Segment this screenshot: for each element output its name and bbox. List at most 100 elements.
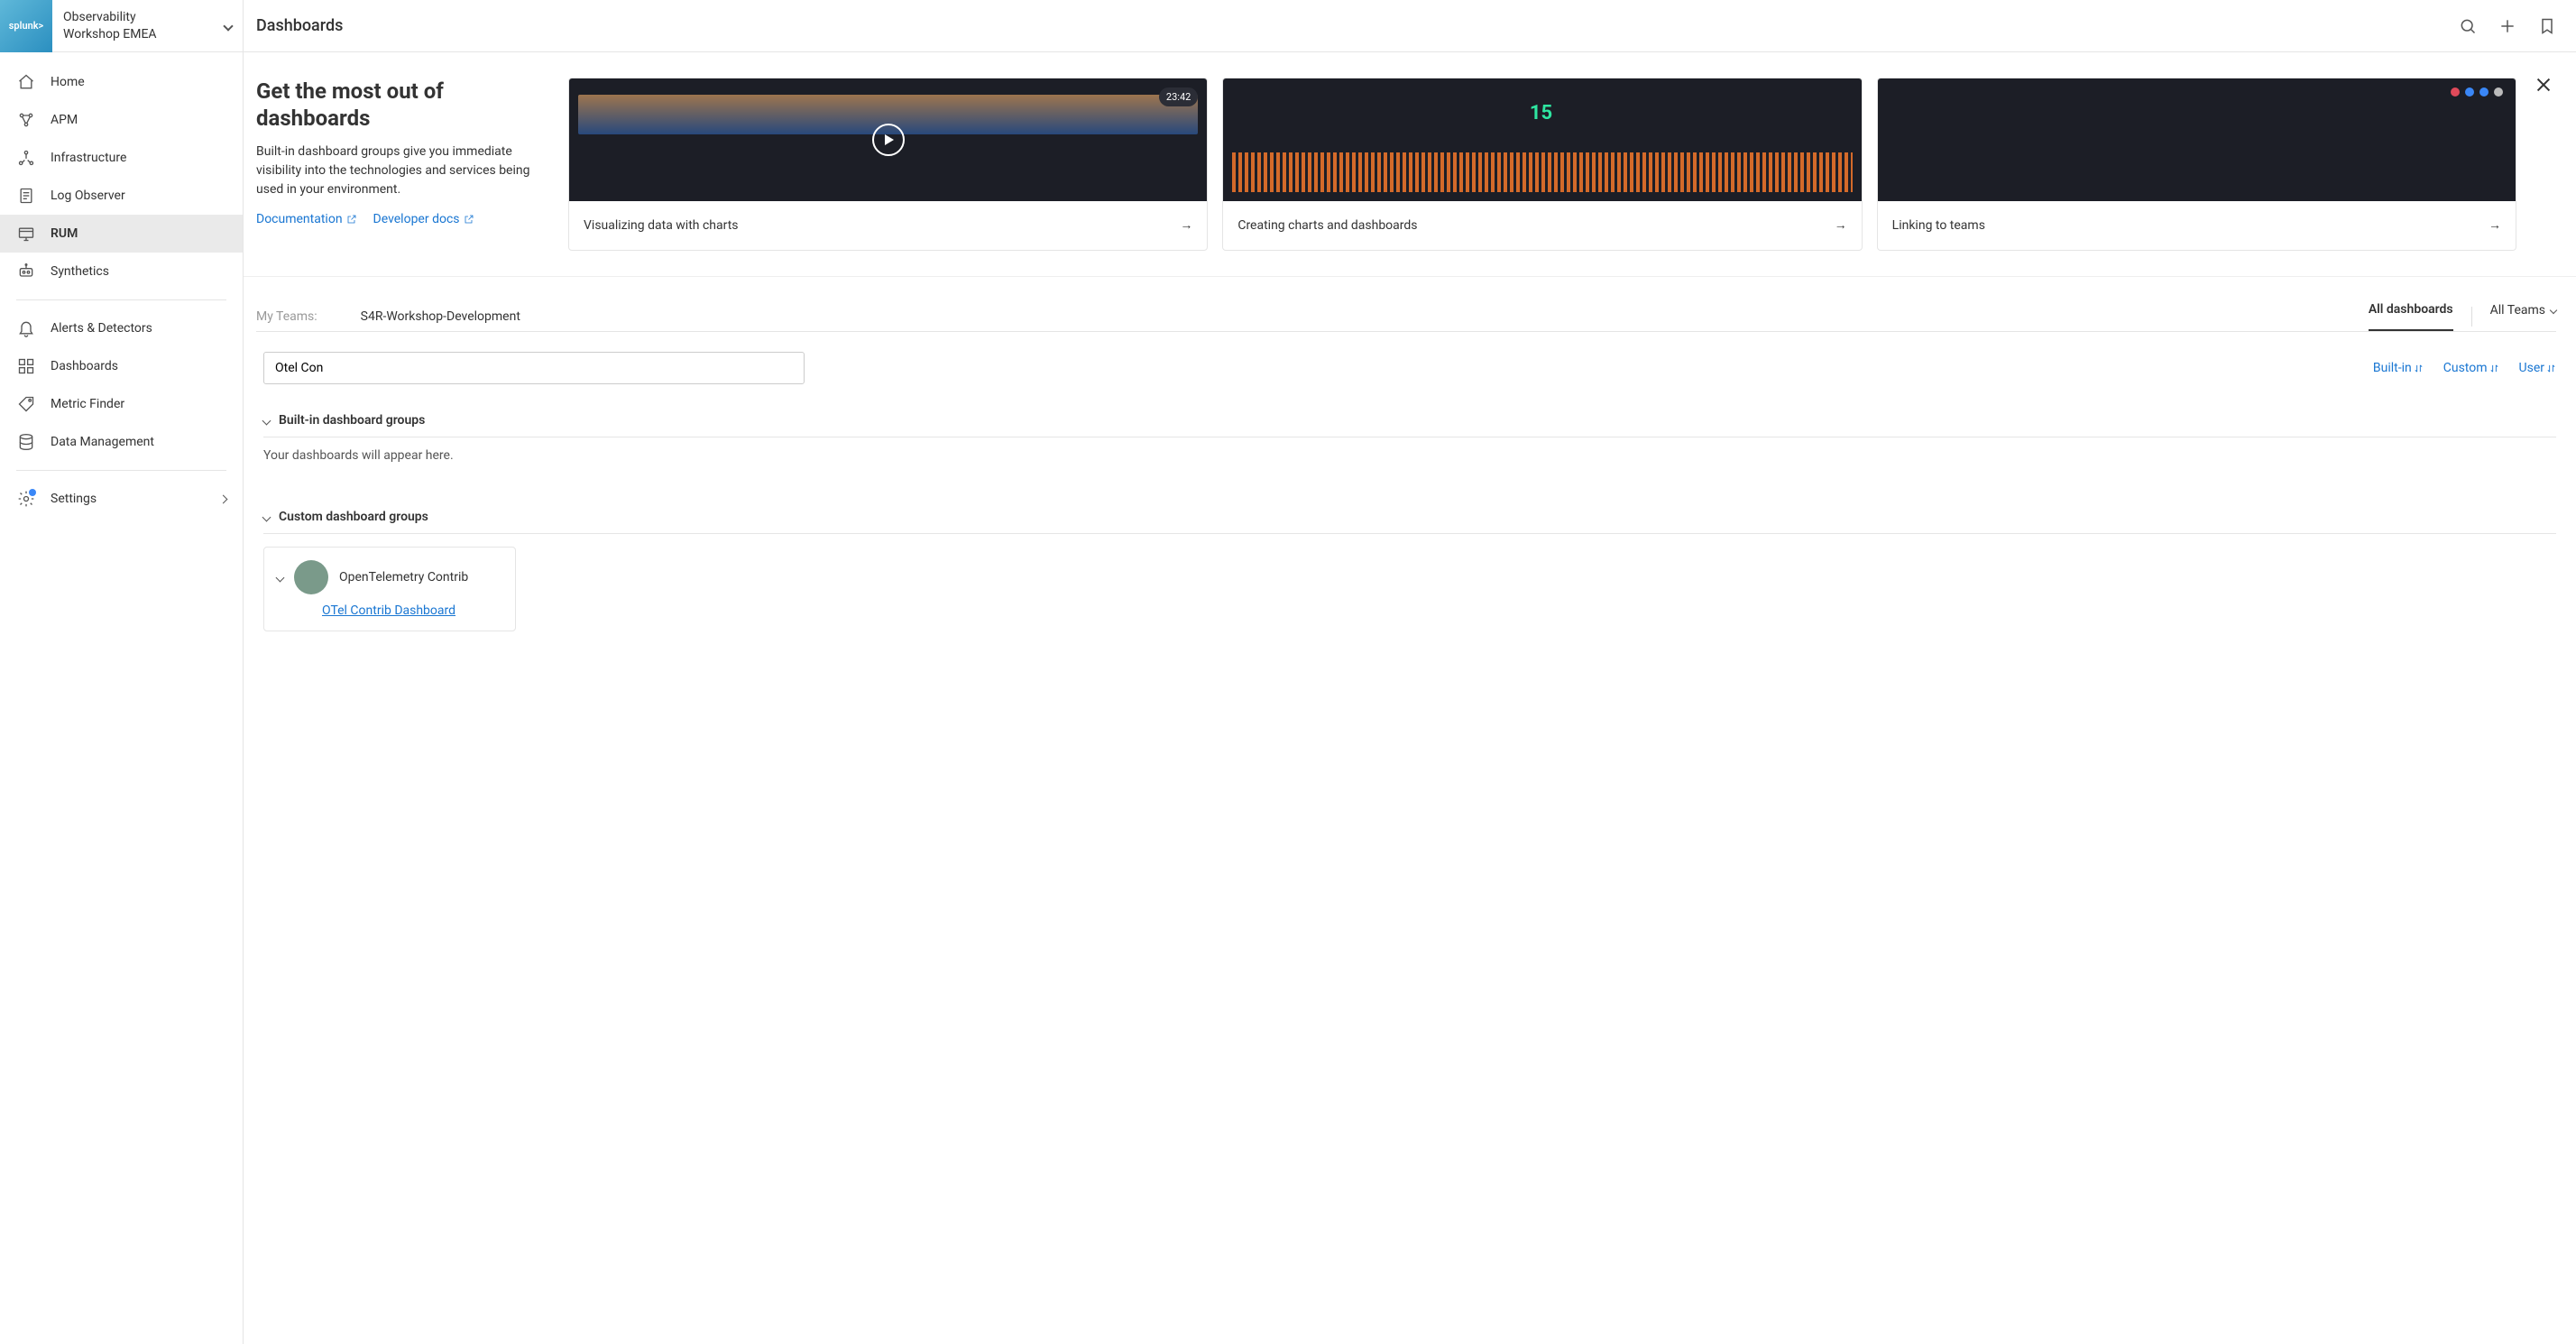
promo-banner: Get the most out of dashboards Built-in …: [244, 52, 2576, 277]
custom-section-title: Custom dashboard groups: [279, 510, 428, 524]
status-dot-icon: [2494, 87, 2503, 97]
promo-heading: Get the most out of dashboards: [256, 78, 554, 132]
documentation-link[interactable]: Documentation: [256, 212, 357, 226]
nav-dashboards-label: Dashboards: [51, 359, 118, 373]
filter-user-label: User: [2519, 361, 2544, 375]
nav-home[interactable]: Home: [0, 63, 243, 101]
nav-apm[interactable]: APM: [0, 101, 243, 139]
teams-tabs-row: My Teams: S4R-Workshop-Development All d…: [244, 277, 2576, 331]
promo-body: Built-in dashboard groups give you immed…: [256, 143, 554, 199]
developer-docs-link-label: Developer docs: [373, 212, 460, 226]
chevron-down-icon: [2550, 306, 2557, 313]
brand-text: splunk>: [9, 20, 44, 32]
card-thumbnail: 15: [1223, 78, 1861, 201]
filters-row: Built-in Custom User: [244, 332, 2576, 393]
promo-card-creating[interactable]: 15 Creating charts and dashboards →: [1222, 78, 1862, 251]
nav-alerts-label: Alerts & Detectors: [51, 321, 152, 336]
sort-icon: [2546, 364, 2556, 373]
nav-metric-finder[interactable]: Metric Finder: [0, 385, 243, 423]
documentation-link-label: Documentation: [256, 212, 343, 226]
search-input[interactable]: [263, 352, 805, 384]
sort-icon: [2489, 364, 2499, 373]
database-icon: [16, 432, 36, 452]
nav-synthetics[interactable]: Synthetics: [0, 253, 243, 290]
nav-data-management-label: Data Management: [51, 435, 154, 449]
nav-log-observer[interactable]: Log Observer: [0, 177, 243, 215]
filter-custom-label: Custom: [2443, 361, 2488, 375]
chevron-down-icon[interactable]: [276, 573, 285, 582]
card-title: Creating charts and dashboards: [1237, 217, 1417, 235]
org-selector[interactable]: Observability Workshop EMEA: [52, 0, 244, 52]
arrow-right-icon: →: [1180, 217, 1192, 235]
sort-icon: [2414, 364, 2424, 373]
close-icon: [2534, 75, 2553, 95]
log-icon: [16, 186, 36, 206]
bell-icon: [16, 318, 36, 338]
builtin-section-header[interactable]: Built-in dashboard groups: [244, 393, 2576, 437]
group-name[interactable]: OpenTelemetry Contrib: [339, 570, 468, 585]
nav-metric-finder-label: Metric Finder: [51, 397, 124, 411]
thumb-number: 15: [1530, 102, 1552, 124]
org-line1: Observability: [63, 9, 157, 25]
custom-section-header[interactable]: Custom dashboard groups: [244, 490, 2576, 533]
play-icon: [872, 124, 905, 156]
nav-settings-label: Settings: [51, 492, 97, 506]
promo-card-visualizing[interactable]: 23:42 Visualizing data with charts →: [568, 78, 1208, 251]
topbar: splunk> Observability Workshop EMEA Dash…: [0, 0, 2576, 52]
status-dot-icon: [2479, 87, 2489, 97]
nav-infrastructure-label: Infrastructure: [51, 151, 126, 165]
home-icon: [16, 72, 36, 92]
sidebar-divider: [16, 470, 226, 471]
settings-indicator-dot: [29, 489, 36, 496]
card-thumbnail: [1878, 78, 2516, 201]
rum-icon: [16, 224, 36, 244]
close-promo-button[interactable]: [2531, 72, 2556, 97]
org-line2: Workshop EMEA: [63, 26, 157, 42]
nav-dashboards[interactable]: Dashboards: [0, 347, 243, 385]
infrastructure-icon: [16, 148, 36, 168]
video-duration-badge: 23:42: [1159, 87, 1198, 106]
filter-custom[interactable]: Custom: [2443, 361, 2499, 375]
filter-user[interactable]: User: [2519, 361, 2556, 375]
sidebar-divider: [16, 299, 226, 300]
tag-icon: [16, 394, 36, 414]
developer-docs-link[interactable]: Developer docs: [373, 212, 474, 226]
nav-synthetics-label: Synthetics: [51, 264, 109, 279]
chevron-down-icon: [262, 512, 271, 521]
nav-data-management[interactable]: Data Management: [0, 423, 243, 461]
nav-home-label: Home: [51, 75, 85, 89]
bookmark-icon[interactable]: [2531, 10, 2563, 42]
apm-icon: [16, 110, 36, 130]
status-dot-icon: [2465, 87, 2474, 97]
splunk-logo[interactable]: splunk>: [0, 0, 52, 52]
external-link-icon: [464, 214, 474, 225]
builtin-section-title: Built-in dashboard groups: [279, 413, 425, 428]
arrow-right-icon: →: [2489, 217, 2501, 235]
main-content: Get the most out of dashboards Built-in …: [244, 52, 2576, 1344]
nav-infrastructure[interactable]: Infrastructure: [0, 139, 243, 177]
promo-card-linking[interactable]: Linking to teams →: [1877, 78, 2516, 251]
my-teams-label: My Teams:: [256, 309, 317, 324]
add-icon[interactable]: [2491, 10, 2524, 42]
nav-log-observer-label: Log Observer: [51, 189, 125, 203]
group-avatar: [294, 560, 328, 594]
status-dot-icon: [2451, 87, 2460, 97]
synthetics-icon: [16, 262, 36, 281]
nav-alerts[interactable]: Alerts & Detectors: [0, 309, 243, 347]
arrow-right-icon: →: [1835, 217, 1847, 235]
nav-rum-label: RUM: [51, 226, 78, 241]
card-thumbnail: 23:42: [569, 78, 1207, 201]
builtin-empty-text: Your dashboards will appear here.: [244, 437, 2576, 490]
search-icon[interactable]: [2452, 10, 2484, 42]
filter-builtin-label: Built-in: [2373, 361, 2412, 375]
card-title: Visualizing data with charts: [584, 217, 739, 235]
nav-rum[interactable]: RUM: [0, 215, 243, 253]
nav-settings[interactable]: Settings: [0, 480, 243, 518]
divider: [263, 533, 2556, 534]
team-link[interactable]: S4R-Workshop-Development: [361, 309, 520, 324]
dashboard-link[interactable]: OTel Contrib Dashboard: [322, 603, 502, 618]
tab-all-dashboards[interactable]: All dashboards: [2369, 302, 2453, 331]
filter-builtin[interactable]: Built-in: [2373, 361, 2424, 375]
tab-all-teams[interactable]: All Teams: [2490, 303, 2556, 330]
tab-all-teams-label: All Teams: [2490, 303, 2545, 318]
